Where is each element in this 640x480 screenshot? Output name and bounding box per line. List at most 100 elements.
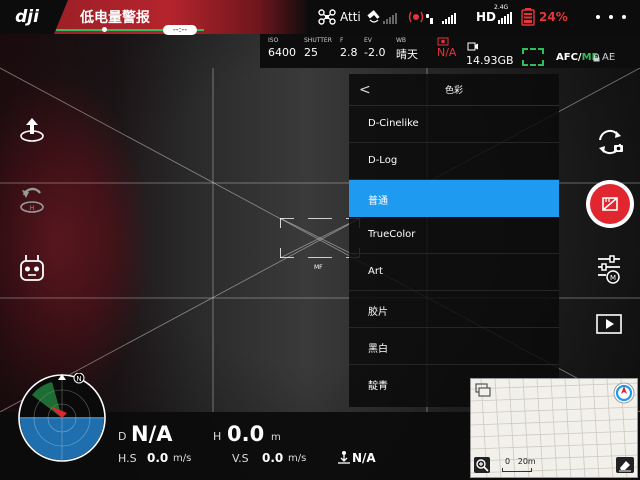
camera-settings-button[interactable]: M — [596, 254, 622, 284]
color-option-bw[interactable]: 黑白 — [349, 328, 559, 365]
more-menu-button[interactable] — [596, 7, 626, 27]
north-label: N — [76, 375, 81, 383]
zoom-icon — [476, 459, 489, 472]
height-label: H — [213, 430, 222, 443]
color-option-art[interactable]: Art — [349, 254, 559, 291]
sd-storage-value: 14.93GB — [466, 54, 514, 67]
shutter-setting[interactable]: SHUTTER 25 — [304, 37, 332, 59]
afc-label: AFC/ — [556, 52, 582, 63]
ev-label: EV — [364, 37, 372, 44]
photo-count-setting[interactable]: N/A — [437, 37, 456, 59]
return-home-button[interactable]: H — [16, 183, 48, 215]
iso-value: 6400 — [268, 46, 296, 59]
photo-count-value: N/A — [437, 46, 457, 59]
menu-item-label: Art — [368, 266, 383, 277]
map-scale-zero: 0 — [505, 457, 511, 466]
distance-label: D — [118, 430, 127, 443]
af-mf-toggle[interactable]: AFC/MF — [556, 52, 598, 63]
vps-height-value: N/A — [352, 451, 376, 465]
home-point-marker[interactable] — [613, 382, 635, 404]
flight-mode-label: Atti — [340, 10, 361, 24]
hd-label: HD — [476, 10, 497, 24]
battery-icon — [521, 8, 535, 26]
menu-item-label: D-Log — [368, 155, 398, 166]
menu-item-label: 靛青 — [368, 381, 388, 392]
horizontal-speed-value: 0.0 — [147, 451, 169, 465]
shutter-button[interactable] — [586, 180, 634, 228]
shutter-value: 25 — [304, 46, 318, 59]
white-balance-setting[interactable]: WB 晴天 — [396, 37, 418, 62]
map-zoom-button[interactable] — [474, 457, 490, 473]
record-button-core — [590, 184, 630, 224]
photo-video-switch-button[interactable] — [594, 126, 626, 158]
more-dot-icon — [596, 15, 600, 19]
height-value: 0.0 — [227, 422, 265, 446]
iso-setting[interactable]: ISO 6400 — [268, 37, 296, 59]
ae-label: AE — [602, 52, 616, 63]
color-option-normal[interactable]: 普通 — [349, 180, 559, 217]
remaining-time-pill: --:-- — [163, 25, 197, 35]
low-battery-warning: 低电量警报 — [80, 10, 150, 26]
hd-video-signal[interactable]: HD 2.4G — [476, 0, 514, 34]
svg-text:H: H — [30, 205, 35, 212]
more-dot-icon — [622, 15, 626, 19]
menu-header: < 色彩 — [349, 74, 559, 106]
ae-lock-icon[interactable] — [593, 54, 600, 62]
remote-controller-button[interactable] — [16, 252, 48, 284]
aperture-label: F — [340, 37, 344, 44]
camera-settings-bar[interactable]: ISO 6400 SHUTTER 25 F 2.8 EV -2.0 WB 晴天 … — [260, 34, 640, 68]
horizontal-speed-unit: m/s — [173, 453, 192, 464]
eraser-icon — [619, 461, 631, 472]
top-status-bar: dji 低电量警报 --:-- Atti HD 2.4G 24% — [0, 0, 640, 35]
ev-value: -2.0 — [364, 46, 386, 59]
focus-mf-label: MF — [314, 264, 323, 271]
color-option-truecolor[interactable]: TrueColor — [349, 217, 559, 254]
rc-signal-indicator[interactable] — [408, 0, 468, 34]
drone-icon — [318, 9, 336, 25]
flight-mode-indicator[interactable]: Atti — [318, 0, 361, 34]
battery-percentage: 24% — [539, 10, 568, 24]
map-scale-label: 0 20m — [505, 457, 536, 466]
vision-positioning-icon — [338, 451, 350, 464]
no-sd-card-icon — [602, 197, 618, 211]
menu-item-label: 普通 — [368, 196, 388, 207]
aperture-setting[interactable]: F 2.8 — [340, 37, 358, 59]
color-option-film[interactable]: 胶片 — [349, 291, 559, 328]
attitude-radar[interactable]: N — [17, 373, 107, 463]
menu-item-label: 胶片 — [368, 307, 388, 318]
takeoff-button[interactable] — [16, 113, 48, 145]
dji-logo[interactable]: dji — [0, 0, 54, 34]
more-dot-icon — [609, 15, 613, 19]
gps-signal-indicator[interactable] — [366, 0, 398, 34]
svg-text:M: M — [610, 274, 616, 282]
minimap[interactable]: 0 20m — [470, 378, 638, 478]
color-option-d-cinelike[interactable]: D-Cinelike — [349, 106, 559, 143]
map-layer-button[interactable] — [474, 382, 492, 398]
satellite-icon — [367, 10, 397, 24]
color-option-d-log[interactable]: D-Log — [349, 143, 559, 180]
height-unit: m — [271, 432, 281, 443]
map-scale-distance: 20m — [517, 457, 536, 466]
menu-title: 色彩 — [444, 86, 463, 96]
menu-item-label: TrueColor — [368, 229, 416, 240]
playback-button[interactable] — [596, 314, 622, 334]
remote-controller-icon — [20, 260, 44, 281]
map-clear-path-button[interactable] — [616, 457, 634, 473]
focus-mode-button[interactable] — [522, 48, 544, 66]
wb-label: WB — [396, 37, 407, 44]
battery-indicator[interactable]: 24% — [521, 0, 568, 34]
shutter-label: SHUTTER — [304, 37, 332, 44]
focus-frame[interactable] — [280, 218, 360, 258]
iso-label: ISO — [268, 37, 279, 44]
ev-setting[interactable]: EV -2.0 — [364, 37, 385, 59]
video-capacity-icon — [467, 42, 478, 51]
horizontal-speed-label: H.S — [118, 452, 137, 465]
photo-capacity-icon — [437, 37, 449, 46]
vertical-speed-value: 0.0 — [262, 451, 284, 465]
hd-signal-bars-icon — [498, 12, 513, 24]
vertical-speed-unit: m/s — [288, 453, 307, 464]
remote-signal-icon — [408, 11, 456, 24]
battery-timeline-dot — [102, 27, 107, 32]
aperture-value: 2.8 — [340, 46, 358, 59]
vertical-speed-label: V.S — [232, 452, 249, 465]
